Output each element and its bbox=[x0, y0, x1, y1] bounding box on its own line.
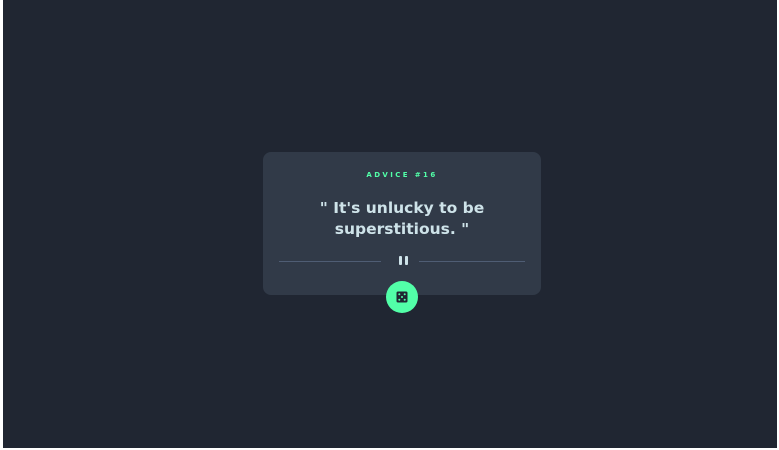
pause-icon bbox=[396, 256, 410, 266]
divider-line-right bbox=[419, 261, 525, 262]
advice-number-label: ADVICE #16 bbox=[366, 171, 438, 179]
advice-quote: " It's unlucky to be superstitious. " bbox=[319, 199, 485, 238]
divider-line-left bbox=[279, 261, 381, 262]
generate-advice-button[interactable] bbox=[386, 281, 418, 313]
dice-icon bbox=[396, 291, 408, 303]
app-background: ADVICE #16 " It's unlucky to be supersti… bbox=[3, 0, 777, 448]
advice-card: ADVICE #16 " It's unlucky to be supersti… bbox=[263, 152, 541, 295]
card-divider bbox=[279, 256, 525, 266]
